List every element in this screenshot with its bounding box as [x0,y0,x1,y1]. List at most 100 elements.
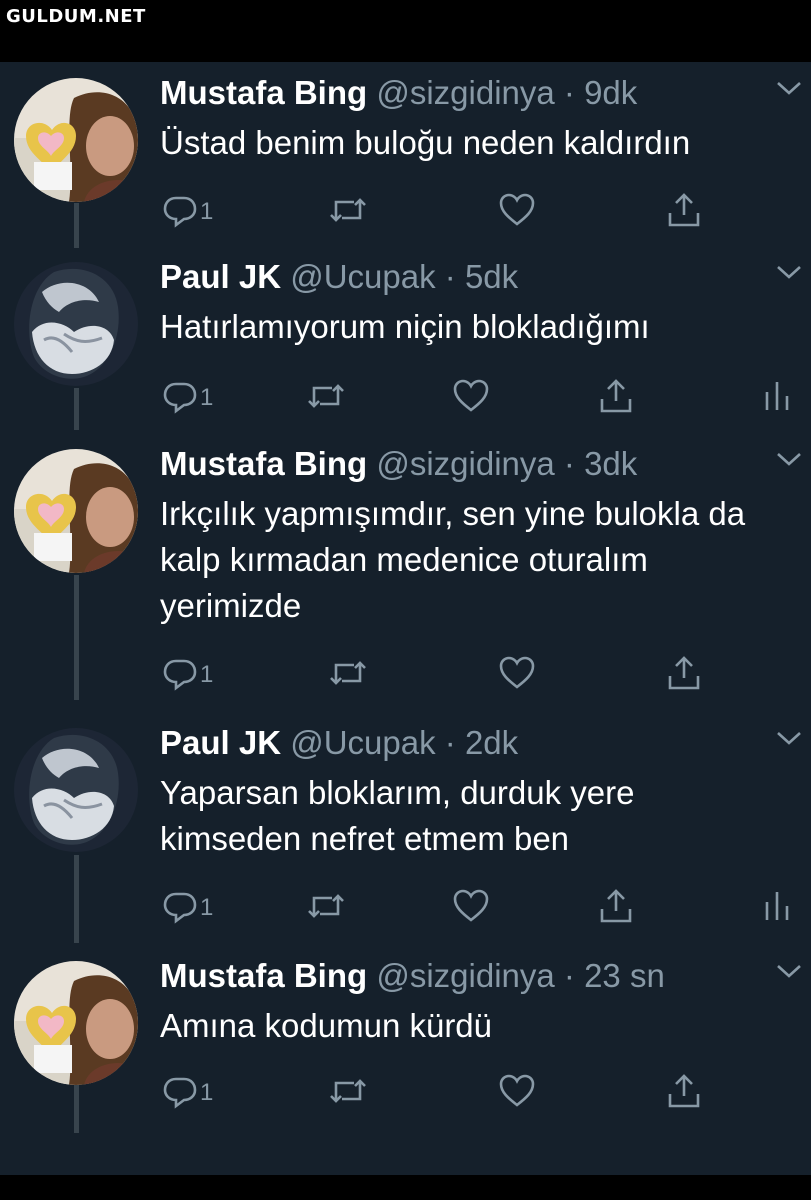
thread-line [74,1085,79,1133]
reply-button[interactable]: 1 [162,190,213,230]
tweet-header: Mustafa Bing @sizgidinya · 23 sn [160,957,665,995]
share-icon [668,1074,700,1108]
tweet-actions: 1 [160,653,800,693]
share-icon [600,889,632,923]
chevron-down-icon[interactable] [776,730,802,746]
like-button[interactable] [452,886,490,926]
tweet-header: Mustafa Bing @sizgidinya · 3dk [160,445,637,483]
separator-dot: · [554,445,585,482]
timestamp[interactable]: 3dk [584,445,637,482]
share-icon [600,379,632,413]
tweet-actions: 1 [160,190,800,230]
share-button[interactable] [666,190,702,230]
like-icon [453,379,489,412]
handle[interactable]: @Ucupak [290,258,435,295]
separator-dot: · [435,258,465,295]
timestamp[interactable]: 23 sn [584,957,665,994]
retweet-icon [330,1079,366,1103]
tweet-header: Mustafa Bing @sizgidinya · 9dk [160,74,637,112]
tweet-text: Irkçılık yapmışımdır, sen yine bulokla d… [160,495,746,624]
like-icon [499,656,535,689]
share-icon [668,193,700,227]
thread-line [74,575,79,700]
reply-button[interactable]: 1 [162,886,213,926]
analytics-icon [765,892,789,920]
retweet-button[interactable] [328,1071,368,1111]
thread-line [74,855,79,943]
reply-count: 1 [200,1079,214,1106]
tweet-header: Paul JK @Ucupak · 5dk [160,258,518,296]
retweet-button[interactable] [328,190,368,230]
chevron-down-icon[interactable] [776,264,802,280]
reply-icon [163,196,197,228]
thread-line [74,388,79,430]
handle[interactable]: @sizgidinya [376,957,554,994]
like-button[interactable] [498,653,536,693]
reply-count: 1 [200,661,214,688]
share-button[interactable] [666,653,702,693]
share-icon [668,656,700,690]
reply-icon [163,1077,197,1109]
bottom-bar [0,1175,811,1200]
tweet-text: Hatırlamıyorum niçin blokladığımı [160,308,650,345]
retweet-icon [330,661,366,685]
display-name[interactable]: Mustafa Bing [160,445,367,482]
avatar[interactable] [14,262,138,386]
watermark: GULDUM.NET [6,6,146,27]
reply-icon [163,659,197,691]
retweet-icon [330,198,366,222]
chevron-down-icon[interactable] [776,963,802,979]
share-button[interactable] [598,886,634,926]
reply-count: 1 [200,384,214,411]
avatar[interactable] [14,961,138,1085]
display-name[interactable]: Paul JK [160,258,281,295]
like-button[interactable] [498,190,536,230]
analytics-icon [765,382,789,410]
reply-icon [163,892,197,924]
thread-line [74,203,79,248]
reply-count: 1 [200,198,214,225]
like-button[interactable] [452,376,490,416]
handle[interactable]: @sizgidinya [376,445,554,482]
retweet-button[interactable] [306,376,346,416]
chevron-down-icon[interactable] [776,80,802,96]
timestamp[interactable]: 9dk [584,74,637,111]
display-name[interactable]: Paul JK [160,724,281,761]
retweet-button[interactable] [328,653,368,693]
handle[interactable]: @Ucupak [290,724,435,761]
retweet-button[interactable] [306,886,346,926]
reply-button[interactable]: 1 [162,653,213,693]
avatar[interactable] [14,728,138,852]
analytics-button[interactable] [762,376,792,416]
share-button[interactable] [598,376,634,416]
like-icon [499,1074,535,1107]
like-icon [499,193,535,226]
retweet-icon [308,384,344,408]
tweet-actions: 1 [160,376,800,416]
handle[interactable]: @sizgidinya [376,74,554,111]
avatar[interactable] [14,449,138,573]
reply-button[interactable]: 1 [162,1071,213,1111]
timestamp[interactable]: 5dk [465,258,518,295]
timestamp[interactable]: 2dk [465,724,518,761]
like-button[interactable] [498,1071,536,1111]
analytics-button[interactable] [762,886,792,926]
display-name[interactable]: Mustafa Bing [160,74,367,111]
tweet-text: Amına kodumun kürdü [160,1007,493,1044]
tweet-actions: 1 [160,886,800,926]
separator-dot: · [554,74,585,111]
reply-icon [163,382,197,414]
separator-dot: · [435,724,465,761]
tweet-text: Üstad benim buloğu neden kaldırdın [160,124,691,161]
reply-button[interactable]: 1 [162,376,213,416]
avatar[interactable] [14,78,138,202]
tweet-text: Yaparsan bloklarım, durduk yere kimseden… [160,774,635,857]
tweet-actions: 1 [160,1071,800,1111]
tweet-header: Paul JK @Ucupak · 2dk [160,724,518,762]
reply-count: 1 [200,894,214,921]
retweet-icon [308,894,344,918]
display-name[interactable]: Mustafa Bing [160,957,367,994]
chevron-down-icon[interactable] [776,451,802,467]
share-button[interactable] [666,1071,702,1111]
like-icon [453,889,489,922]
